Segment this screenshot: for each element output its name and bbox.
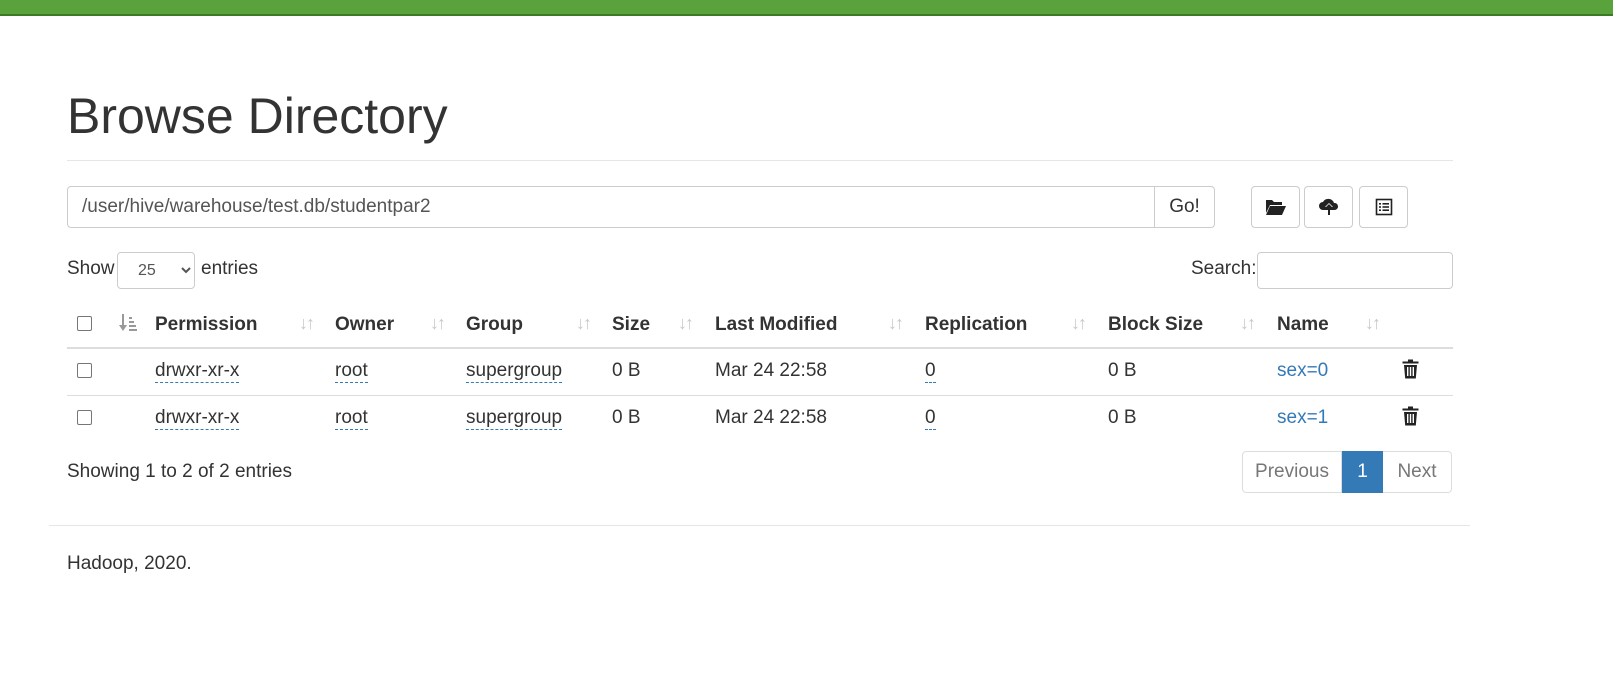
sort-icon[interactable]: ↓↑ <box>1240 313 1256 334</box>
sort-icon[interactable]: ↓↑ <box>1071 313 1087 334</box>
entries-label: entries <box>201 258 259 279</box>
column-header-name[interactable]: Name <box>1277 314 1329 336</box>
last-modified-cell: Mar 24 22:58 <box>715 360 827 381</box>
entries-per-page-select[interactable]: 25 <box>117 252 195 289</box>
sort-icon[interactable]: ↓↑ <box>1365 313 1381 334</box>
sort-icon[interactable]: ↓↑ <box>299 313 315 334</box>
replication-cell[interactable]: 0 <box>925 360 936 383</box>
name-link[interactable]: sex=1 <box>1277 407 1328 429</box>
footer-divider <box>49 525 1470 526</box>
upload-button[interactable] <box>1304 186 1353 228</box>
folder-open-icon <box>1265 200 1286 215</box>
show-label: Show <box>67 258 115 279</box>
group-cell[interactable]: supergroup <box>466 360 563 383</box>
last-modified-cell: Mar 24 22:58 <box>715 407 827 428</box>
group-cell[interactable]: supergroup <box>466 407 563 430</box>
page-1-button[interactable]: 1 <box>1342 451 1383 493</box>
create-directory-button[interactable] <box>1251 186 1300 228</box>
trash-icon[interactable] <box>1402 359 1419 379</box>
table-header-divider <box>67 347 1453 349</box>
top-bar <box>0 0 1613 16</box>
owner-cell[interactable]: root <box>335 407 368 430</box>
search-input[interactable] <box>1257 252 1453 289</box>
next-page-button[interactable]: Next <box>1383 451 1452 493</box>
permission-cell[interactable]: drwxr-xr-x <box>155 407 240 430</box>
search-label: Search: <box>1191 258 1257 279</box>
column-header-permission[interactable]: Permission <box>155 314 257 336</box>
row-divider <box>67 395 1453 396</box>
footer-text: Hadoop, 2020. <box>67 553 192 574</box>
column-header-size[interactable]: Size <box>612 314 650 336</box>
sort-ascending-icon[interactable] <box>119 313 137 333</box>
owner-cell[interactable]: root <box>335 360 368 383</box>
row-checkbox[interactable] <box>77 410 92 425</box>
previous-page-button[interactable]: Previous <box>1242 451 1342 493</box>
column-header-replication[interactable]: Replication <box>925 314 1027 336</box>
permission-cell[interactable]: drwxr-xr-x <box>155 360 240 383</box>
pagination: Previous 1 Next <box>1242 451 1452 493</box>
size-cell: 0 B <box>612 360 641 381</box>
sort-icon[interactable]: ↓↑ <box>678 313 694 334</box>
name-link[interactable]: sex=0 <box>1277 360 1328 382</box>
replication-cell[interactable]: 0 <box>925 407 936 430</box>
sort-icon[interactable]: ↓↑ <box>888 313 904 334</box>
cut-paste-button[interactable] <box>1359 186 1408 228</box>
path-bar: Go! <box>67 186 1215 228</box>
sort-icon[interactable]: ↓↑ <box>576 313 592 334</box>
block-size-cell: 0 B <box>1108 407 1137 428</box>
title-divider <box>67 160 1453 161</box>
trash-icon[interactable] <box>1402 406 1419 426</box>
block-size-cell: 0 B <box>1108 360 1137 381</box>
path-input[interactable] <box>67 186 1155 228</box>
select-all-checkbox[interactable] <box>77 316 92 331</box>
go-button[interactable]: Go! <box>1155 186 1215 228</box>
list-alt-icon <box>1375 198 1392 216</box>
column-header-owner[interactable]: Owner <box>335 314 394 336</box>
page-title: Browse Directory <box>67 88 448 144</box>
table-info: Showing 1 to 2 of 2 entries <box>67 461 292 482</box>
cloud-upload-icon <box>1318 198 1338 215</box>
sort-icon[interactable]: ↓↑ <box>430 313 446 334</box>
row-checkbox[interactable] <box>77 363 92 378</box>
column-header-last-modified[interactable]: Last Modified <box>715 314 837 336</box>
column-header-block-size[interactable]: Block Size <box>1108 314 1203 336</box>
size-cell: 0 B <box>612 407 641 428</box>
column-header-group[interactable]: Group <box>466 314 523 336</box>
